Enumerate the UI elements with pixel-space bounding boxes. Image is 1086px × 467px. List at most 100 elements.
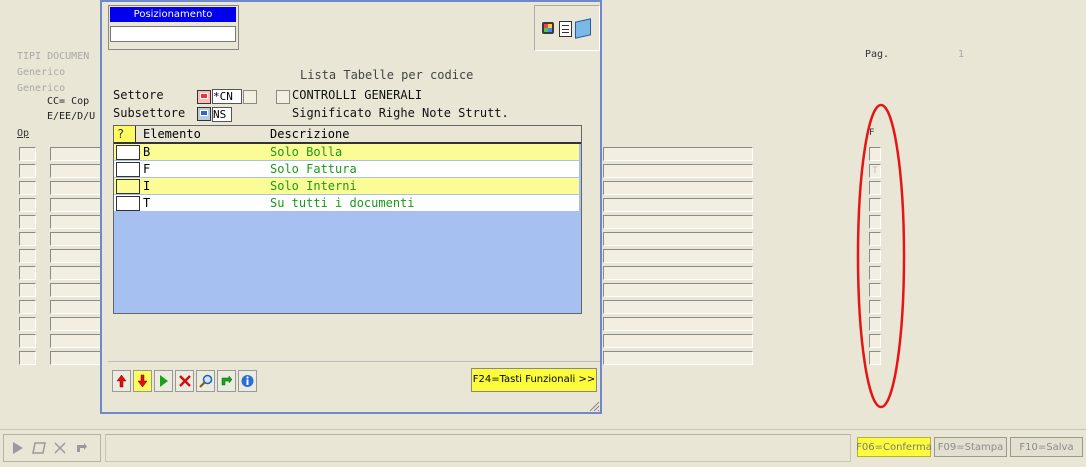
- row-op-field[interactable]: [19, 317, 36, 331]
- row-code-field[interactable]: [50, 198, 104, 212]
- row-description-field[interactable]: [603, 283, 753, 297]
- row-description-field[interactable]: [603, 181, 753, 195]
- resize-grip-icon[interactable]: [588, 400, 600, 412]
- subsettore-description: Significato Righe Note Strutt.: [292, 106, 509, 120]
- header-elemento: Elemento: [143, 127, 201, 141]
- settore-extra-box[interactable]: [243, 90, 257, 104]
- row-description-field[interactable]: [603, 334, 753, 348]
- annotation-ellipse: [856, 103, 906, 409]
- nav-play-icon[interactable]: [10, 439, 26, 457]
- subsettore-label: Subsettore: [113, 106, 186, 120]
- row-code-field[interactable]: [50, 334, 104, 348]
- play-icon[interactable]: [154, 370, 173, 392]
- row-description-field[interactable]: [603, 249, 753, 263]
- row-op-field[interactable]: [19, 232, 36, 246]
- row-description-field[interactable]: [603, 351, 753, 365]
- row-op-field[interactable]: [19, 334, 36, 348]
- f10-save-button[interactable]: F10=Salva: [1010, 437, 1083, 457]
- row-code-field[interactable]: [50, 249, 104, 263]
- row-description: Solo Fattura: [270, 162, 357, 176]
- positioning-label: Posizionamento: [110, 7, 236, 22]
- view-icons-group: [534, 5, 600, 51]
- row-code: F: [143, 162, 151, 176]
- row-op-field[interactable]: [19, 351, 36, 365]
- row-code-field[interactable]: [50, 300, 104, 314]
- background-header: TIPI DOCUMEN Generico Generico: [17, 49, 89, 97]
- row-op-field[interactable]: [19, 181, 36, 195]
- row-description: Solo Interni: [270, 179, 357, 193]
- row-code-field[interactable]: [50, 147, 104, 161]
- bg-e-line: E/EE/D/U: [47, 111, 96, 122]
- row-code-field[interactable]: [50, 283, 104, 297]
- settore-checkbox[interactable]: [276, 90, 290, 104]
- subsettore-lookup-icon[interactable]: [197, 107, 211, 121]
- bg-header-line-2: Generico: [17, 67, 66, 78]
- row-select-box[interactable]: [116, 145, 140, 160]
- refresh-icon[interactable]: [217, 370, 236, 392]
- nav-edit-icon[interactable]: [31, 439, 47, 457]
- row-code-field[interactable]: [50, 215, 104, 229]
- delete-icon[interactable]: [175, 370, 194, 392]
- row-description-field[interactable]: [603, 147, 753, 161]
- status-area: [105, 434, 851, 462]
- table-row[interactable]: B Solo Bolla: [114, 144, 579, 160]
- bg-header-line-1: TIPI DOCUMEN: [17, 51, 90, 62]
- row-description-field[interactable]: [603, 266, 753, 280]
- row-select-box[interactable]: [116, 196, 140, 211]
- nav-cancel-icon[interactable]: [52, 439, 68, 457]
- info-icon[interactable]: [238, 370, 257, 392]
- row-select-box[interactable]: [116, 162, 140, 177]
- row-op-field[interactable]: [19, 164, 36, 178]
- page-number: 1: [958, 49, 965, 60]
- settore-lookup-icon[interactable]: [197, 90, 211, 104]
- dialog-title: Lista Tabelle per codice: [300, 68, 474, 82]
- row-op-field[interactable]: [19, 198, 36, 212]
- bg-header-line-3: Generico: [17, 83, 66, 94]
- row-op-field[interactable]: [19, 283, 36, 297]
- table-row[interactable]: F Solo Fattura: [114, 161, 579, 177]
- table-header: ? Elemento Descrizione: [114, 126, 581, 144]
- row-code-field[interactable]: [50, 181, 104, 195]
- row-code-field[interactable]: [50, 351, 104, 365]
- page-label: Pag.: [865, 49, 890, 60]
- header-flag: ?: [114, 126, 136, 142]
- row-description-field[interactable]: [603, 300, 753, 314]
- row-op-field[interactable]: [19, 266, 36, 280]
- settore-field[interactable]: *CN: [212, 89, 242, 104]
- row-code: I: [143, 179, 151, 193]
- table-row[interactable]: T Su tutti i documenti: [114, 195, 579, 211]
- table-row[interactable]: I Solo Interni: [114, 178, 579, 194]
- move-down-icon[interactable]: [133, 370, 152, 392]
- f06-confirm-button[interactable]: F06=Conferma: [856, 437, 932, 457]
- row-description-field[interactable]: [603, 215, 753, 229]
- bg-cc-line: CC= Cop: [47, 96, 90, 107]
- row-description: Solo Bolla: [270, 145, 343, 159]
- row-code-field[interactable]: [50, 232, 104, 246]
- row-description: Su tutti i documenti: [270, 196, 415, 210]
- positioning-input[interactable]: [110, 26, 236, 42]
- grid-view-icon[interactable]: [542, 22, 554, 34]
- f09-print-button[interactable]: F09=Stampa: [934, 437, 1007, 457]
- row-description-field[interactable]: [603, 232, 753, 246]
- row-op-field[interactable]: [19, 300, 36, 314]
- document-view-icon[interactable]: [559, 21, 572, 37]
- row-code-field[interactable]: [50, 164, 104, 178]
- subsettore-field[interactable]: NS: [212, 107, 232, 122]
- nav-back-icon[interactable]: [73, 439, 89, 457]
- row-op-field[interactable]: [19, 215, 36, 229]
- bottom-separator: [0, 429, 1086, 430]
- row-code-field[interactable]: [50, 317, 104, 331]
- row-select-box[interactable]: [116, 179, 140, 194]
- row-description-field[interactable]: [603, 164, 753, 178]
- search-icon[interactable]: [196, 370, 215, 392]
- f24-function-keys-button[interactable]: F24=Tasti Funzionali >>: [471, 368, 597, 392]
- row-description-field[interactable]: [603, 198, 753, 212]
- positioning-group: Posizionamento: [108, 5, 239, 50]
- row-description-field[interactable]: [603, 317, 753, 331]
- bottom-nav-group: [3, 434, 101, 462]
- row-code-field[interactable]: [50, 266, 104, 280]
- book-view-icon[interactable]: [575, 18, 591, 39]
- move-up-icon[interactable]: [112, 370, 131, 392]
- row-op-field[interactable]: [19, 147, 36, 161]
- row-op-field[interactable]: [19, 249, 36, 263]
